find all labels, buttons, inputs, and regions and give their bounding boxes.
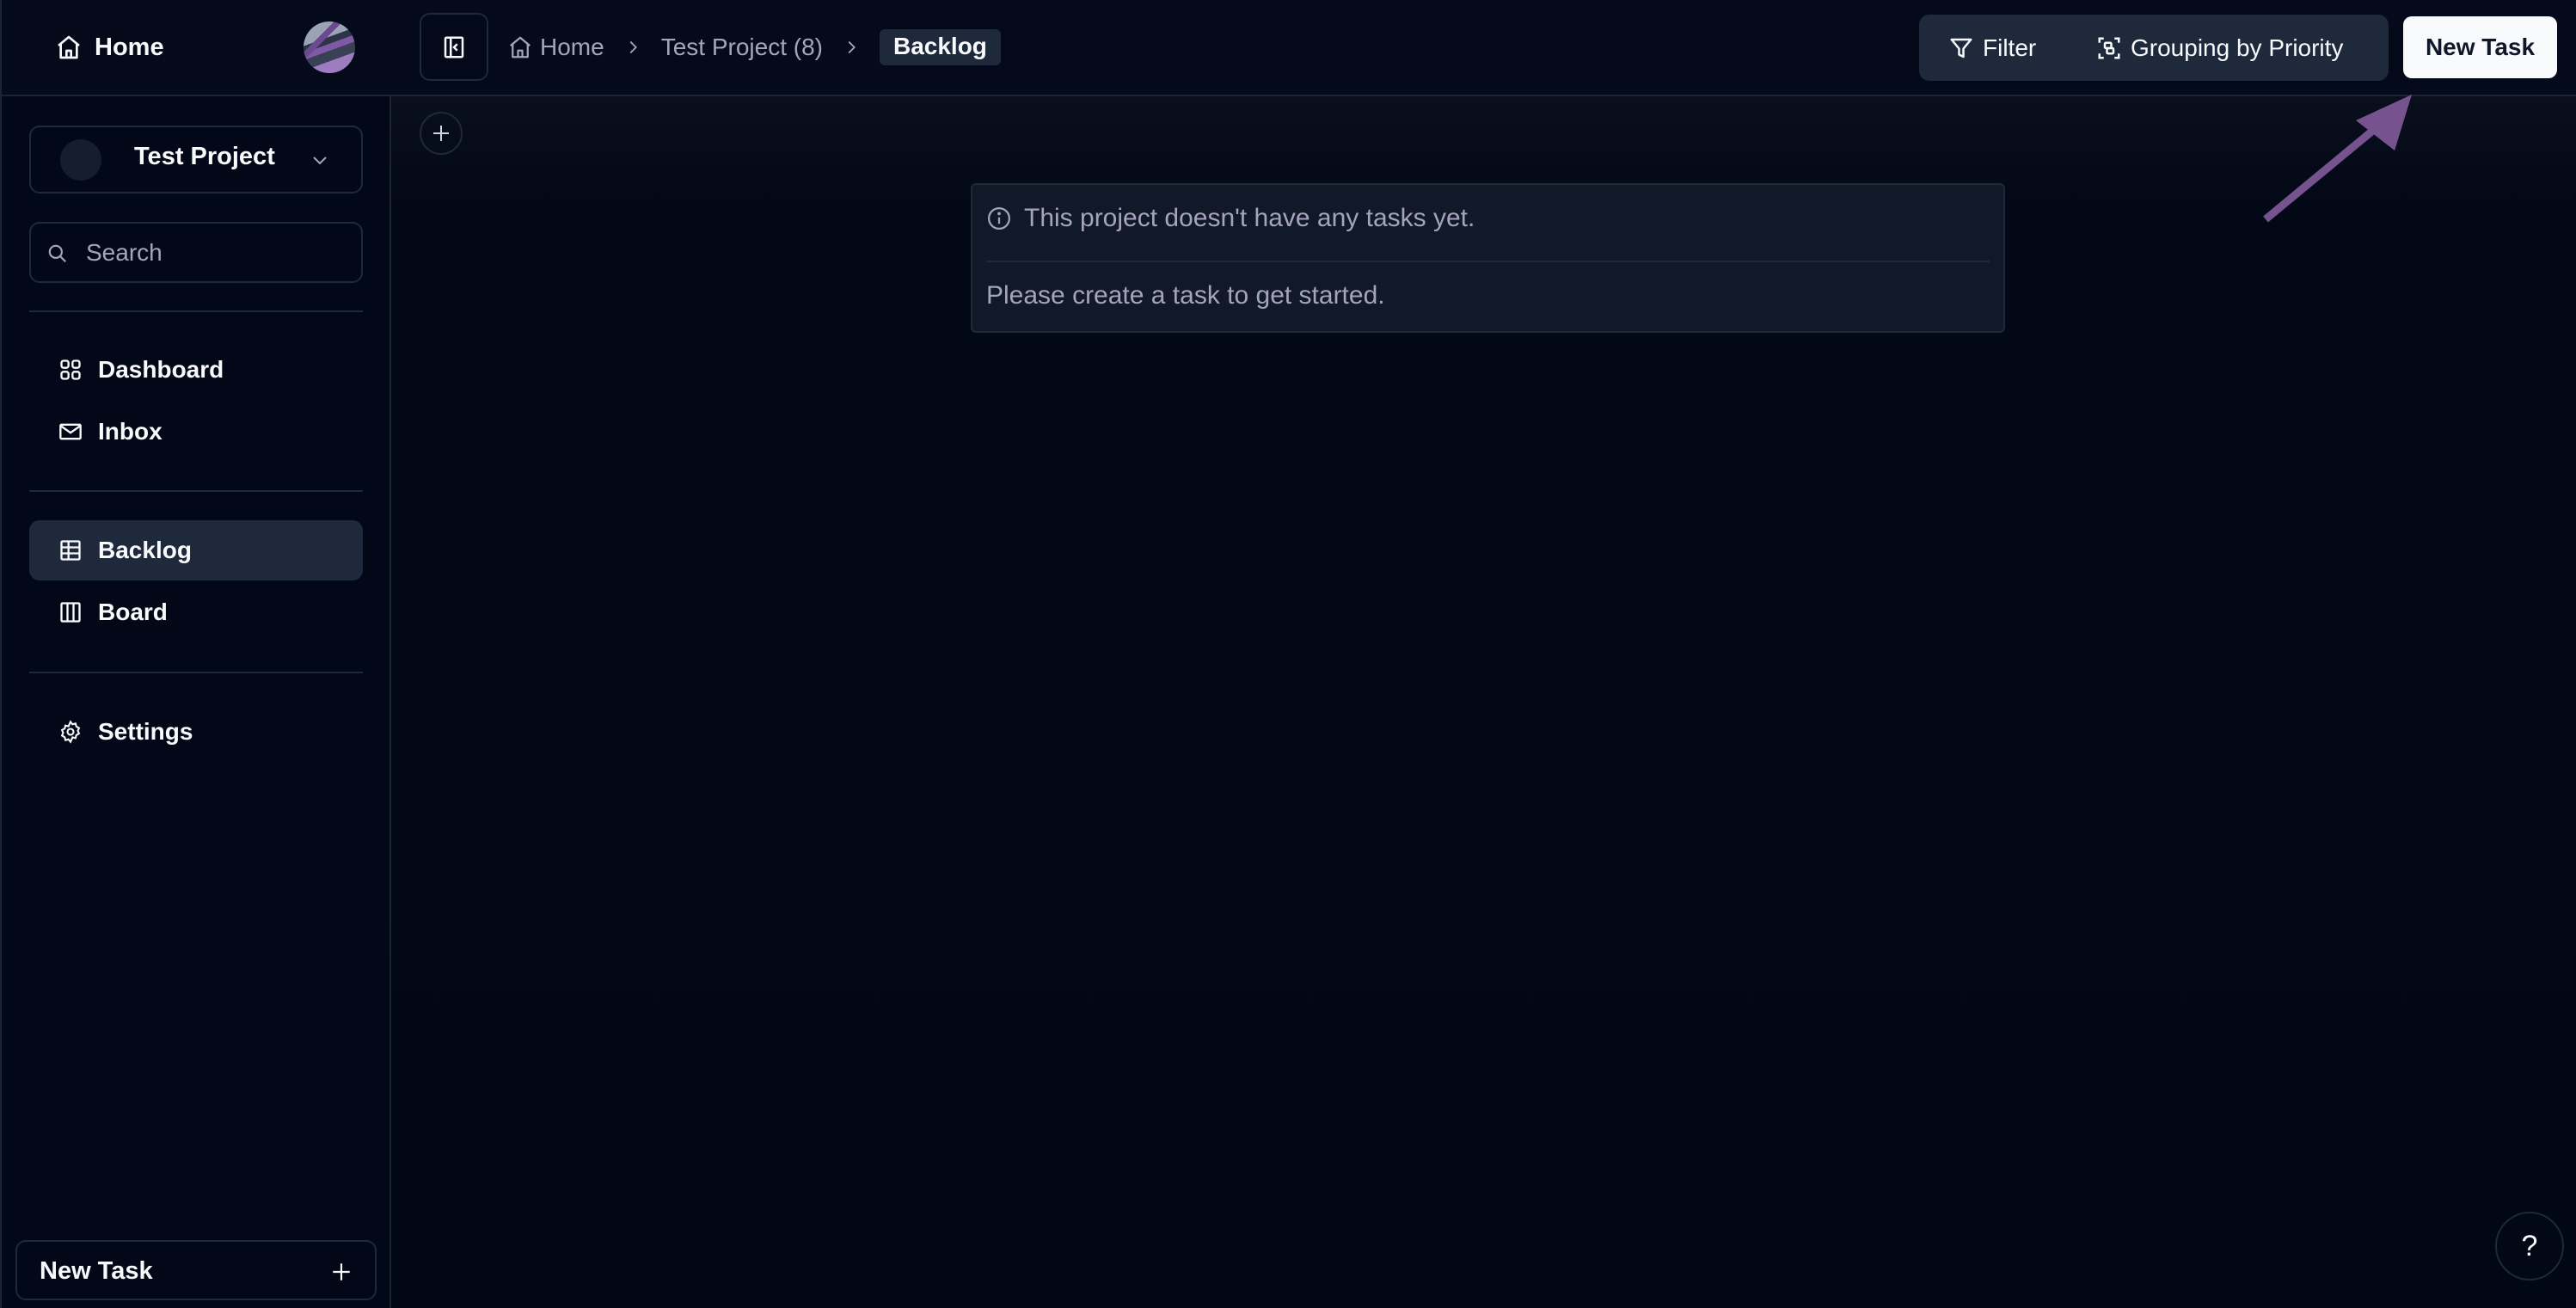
- search-icon: [48, 244, 66, 262]
- sidebar-search: [29, 222, 363, 283]
- gear-icon: [60, 720, 81, 744]
- help-button[interactable]: ?: [2495, 1212, 2564, 1280]
- sidebar-divider: [29, 490, 363, 492]
- empty-state-title-text: This project doesn't have any tasks yet.: [1024, 204, 1475, 232]
- panel-collapse-icon: [444, 36, 464, 58]
- sidebar-item-dashboard[interactable]: Dashboard: [29, 340, 363, 400]
- home-icon: [510, 36, 531, 58]
- plus-icon: [333, 1263, 350, 1280]
- sidebar: Home Test Project Dashboard Inbox Backlo…: [0, 0, 391, 1308]
- chevron-right-icon: [629, 40, 637, 54]
- sidebar-home-label: Home: [95, 33, 164, 61]
- sidebar-item-settings[interactable]: Settings: [29, 702, 363, 762]
- chevron-right-icon: [848, 40, 856, 54]
- sidebar-home-link[interactable]: Home: [55, 29, 164, 65]
- breadcrumb-home-label: Home: [540, 34, 604, 60]
- view-options-group: Filter Grouping by Priority: [1919, 15, 2389, 81]
- home-icon: [58, 35, 80, 59]
- dashboard-icon: [60, 359, 81, 380]
- empty-state-divider: [986, 261, 1990, 262]
- sidebar-divider: [29, 672, 363, 673]
- plus-icon: [433, 126, 449, 141]
- chevron-down-icon: [313, 157, 327, 165]
- app-window: Home Test Project Dashboard Inbox Backlo…: [0, 0, 2576, 1308]
- breadcrumb: Home Test Project (8) Backlog: [507, 26, 1001, 69]
- project-name: Test Project: [134, 143, 275, 170]
- add-task-row-button[interactable]: [420, 112, 463, 155]
- sidebar-item-label: Settings: [98, 718, 193, 745]
- search-input[interactable]: [86, 232, 344, 273]
- columns-icon: [60, 602, 81, 623]
- sidebar-item-label: Inbox: [98, 418, 163, 445]
- top-bar: Home Test Project (8) Backlog Filter Gro…: [391, 0, 2576, 96]
- sidebar-header: Home: [2, 0, 391, 96]
- sidebar-new-task-label: New Task: [40, 1257, 153, 1285]
- breadcrumb-home[interactable]: Home: [507, 34, 604, 61]
- grouping-button[interactable]: Grouping by Priority: [2096, 15, 2343, 81]
- sidebar-item-label: Backlog: [98, 537, 192, 563]
- sidebar-divider: [29, 310, 363, 312]
- breadcrumb-project[interactable]: Test Project (8): [661, 34, 823, 61]
- sidebar-item-label: Board: [98, 599, 168, 625]
- empty-state-body: Please create a task to get started.: [986, 281, 1385, 310]
- group-icon: [2098, 37, 2120, 58]
- empty-state-panel: This project doesn't have any tasks yet.…: [971, 183, 2005, 333]
- project-selector[interactable]: Test Project: [29, 126, 363, 193]
- grouping-label: Grouping by Priority: [2131, 34, 2344, 61]
- sidebar-item-board[interactable]: Board: [29, 582, 363, 642]
- new-task-button[interactable]: New Task: [2403, 16, 2557, 78]
- info-icon: [988, 207, 1010, 230]
- user-avatar[interactable]: [304, 21, 355, 73]
- empty-state-title: This project doesn't have any tasks yet.: [986, 204, 1475, 233]
- sidebar-item-inbox[interactable]: Inbox: [29, 402, 363, 462]
- backlog-content: This project doesn't have any tasks yet.…: [391, 96, 2576, 1308]
- breadcrumb-current[interactable]: Backlog: [879, 29, 1001, 65]
- inbox-icon: [59, 423, 82, 440]
- sidebar-item-backlog[interactable]: Backlog: [29, 520, 363, 580]
- project-avatar: [60, 139, 101, 181]
- filter-label: Filter: [1983, 34, 2037, 61]
- sidebar-new-task-button[interactable]: New Task: [15, 1240, 377, 1300]
- table-icon: [60, 540, 81, 561]
- filter-button[interactable]: Filter: [1948, 15, 2036, 81]
- toggle-sidebar-button[interactable]: [420, 13, 488, 81]
- sidebar-item-label: Dashboard: [98, 356, 224, 383]
- filter-icon: [1950, 38, 1972, 58]
